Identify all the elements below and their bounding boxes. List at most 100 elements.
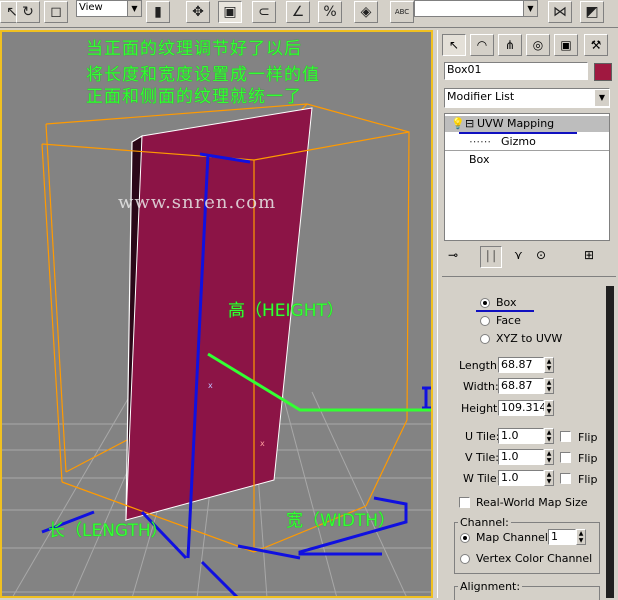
map-channel-field[interactable]: 1: [548, 529, 576, 545]
w-flip-checkbox[interactable]: [560, 473, 571, 484]
box-underline: [476, 310, 534, 312]
wtile-label: W Tile:: [463, 472, 501, 485]
remove-modifier-icon[interactable]: ⊙: [536, 248, 546, 262]
length-spinner[interactable]: ▲ ▼: [544, 357, 554, 373]
width-field[interactable]: 68.87: [498, 378, 544, 394]
modifier-list-label: Modifier List: [447, 90, 515, 103]
height-label: Height:: [461, 402, 502, 415]
view-dropdown-value: View: [79, 2, 103, 13]
configure-modifier-sets-icon[interactable]: ⊞: [584, 248, 594, 262]
stack-item-uvw-mapping[interactable]: 💡 ⊟ UVW Mapping: [445, 116, 609, 132]
v-flip-checkbox[interactable]: [560, 452, 571, 463]
object-color-swatch[interactable]: [594, 63, 612, 81]
pivot-center-icon[interactable]: ▮: [146, 1, 170, 23]
utile-field[interactable]: 1.0: [498, 428, 544, 444]
vtile-label: V Tile:: [465, 451, 499, 464]
utile-spinner[interactable]: ▲ ▼: [544, 428, 554, 444]
vtile-field[interactable]: 1.0: [498, 449, 544, 465]
stack-item-box[interactable]: Box: [445, 152, 609, 168]
divider: [442, 276, 616, 277]
mapping-face-radio[interactable]: [480, 316, 490, 326]
perspective-viewport[interactable]: x x 当正面的纹理调节好了以后 将长度和宽度设置成一样的值 正面和侧面的纹理就…: [0, 30, 433, 598]
snap-3d-icon[interactable]: ⊂: [252, 1, 276, 23]
abc-label: ABC: [394, 8, 410, 16]
spell-check-icon[interactable]: ABC: [390, 1, 414, 23]
tree-branch: ⋯⋯: [469, 135, 491, 148]
w-flip-label: Flip: [578, 473, 598, 486]
width-label: 宽（WIDTH）: [286, 511, 396, 531]
show-end-result-icon[interactable]: ⏐⏐: [480, 246, 502, 268]
manipulate-icon[interactable]: ✥: [186, 1, 210, 23]
width-spinner[interactable]: ▲ ▼: [544, 378, 554, 394]
chevron-down-icon: ▼: [523, 1, 537, 16]
height-field[interactable]: 109.314: [498, 400, 547, 416]
annotation-line-1: 当正面的纹理调节好了以后: [86, 39, 302, 59]
vertex-color-label: Vertex Color Channel: [476, 552, 593, 565]
map-channel-spinner[interactable]: ▲ ▼: [576, 529, 586, 545]
u-flip-checkbox[interactable]: [560, 431, 571, 442]
stack-item-gizmo[interactable]: ⋯⋯ Gizmo: [445, 134, 609, 150]
lightbulb-icon[interactable]: 💡: [451, 117, 465, 130]
real-world-label: Real-World Map Size: [476, 496, 588, 509]
percent-snap-icon[interactable]: %: [318, 1, 342, 23]
length-label: 长（LENGTH）: [48, 521, 168, 541]
svg-text:x: x: [208, 381, 213, 390]
mapping-box-label: Box: [496, 296, 517, 309]
stack-item-label: UVW Mapping: [477, 117, 555, 130]
stack-item-label: Box: [469, 153, 490, 166]
select-region-icon[interactable]: ◻: [44, 1, 68, 23]
width-label: Width:: [463, 380, 499, 393]
map-channel-radio[interactable]: [460, 533, 470, 543]
wtile-field[interactable]: 1.0: [498, 470, 544, 486]
object-name-field[interactable]: Box01: [444, 62, 588, 80]
svg-text:x: x: [260, 439, 265, 448]
height-spinner[interactable]: ▲ ▼: [544, 400, 554, 416]
redo-icon[interactable]: ↻: [16, 1, 40, 23]
reference-coordinate-dropdown[interactable]: View ▼: [76, 0, 142, 17]
annotation-line-3: 正面和侧面的纹理就统一了: [86, 87, 302, 107]
panel-scrollbar[interactable]: [606, 286, 614, 598]
vtile-spinner[interactable]: ▲ ▼: [544, 449, 554, 465]
command-panel: ↖ ◠ ⋔ ◎ ▣ ⚒ Box01 Modifier List ▼ 💡 ⊟ UV…: [437, 30, 618, 600]
display-tab-icon[interactable]: ▣: [554, 34, 578, 56]
chevron-down-icon: ▼: [595, 90, 609, 106]
map-channel-label: Map Channel:: [476, 531, 552, 544]
chevron-down-icon: ▼: [127, 1, 141, 16]
mapping-face-label: Face: [496, 314, 521, 327]
named-selection-set-dropdown[interactable]: ▼: [414, 0, 538, 17]
v-flip-label: Flip: [578, 452, 598, 465]
motion-tab-icon[interactable]: ◎: [526, 34, 550, 56]
mapping-xyz-radio[interactable]: [480, 334, 490, 344]
keyboard-shortcut-toggle-icon[interactable]: ▣: [218, 1, 242, 23]
watermark: www.snren.com: [118, 192, 277, 213]
channel-title: Channel:: [458, 516, 511, 529]
utilities-tab-icon[interactable]: ⚒: [584, 34, 608, 56]
modify-tab-icon[interactable]: ◠: [470, 34, 494, 56]
u-flip-label: Flip: [578, 431, 598, 444]
alignment-title: Alignment:: [458, 580, 523, 593]
modifier-stack: 💡 ⊟ UVW Mapping ⋯⋯ Gizmo Box: [444, 113, 610, 241]
stack-item-label: Gizmo: [501, 135, 536, 148]
spinner-snap-icon[interactable]: ◈: [354, 1, 378, 23]
length-field[interactable]: 68.87: [498, 357, 544, 373]
align-icon[interactable]: ◩: [580, 1, 604, 23]
angle-snap-icon[interactable]: ∠: [286, 1, 310, 23]
height-label: 高（HEIGHT）: [228, 301, 344, 321]
modifier-list-dropdown[interactable]: Modifier List ▼: [444, 88, 610, 108]
annotation-line-2: 将长度和宽度设置成一样的值: [86, 65, 320, 85]
vertex-color-radio[interactable]: [460, 554, 470, 564]
pin-stack-icon[interactable]: ⊸: [448, 248, 468, 268]
stack-divider: [445, 150, 609, 151]
wtile-spinner[interactable]: ▲ ▼: [544, 470, 554, 486]
length-label: Length:: [459, 359, 501, 372]
make-unique-icon[interactable]: ⋎: [514, 248, 523, 262]
collapse-icon[interactable]: ⊟: [465, 117, 474, 130]
real-world-checkbox[interactable]: [459, 497, 470, 508]
main-toolbar: ↖ ↻ ◻ View ▼ ▮ ✥ ▣ ⊂ ∠ % ◈ ABC ▼ ⋈ ◩: [0, 0, 618, 28]
create-tab-icon[interactable]: ↖: [442, 34, 466, 56]
mapping-box-radio[interactable]: [480, 298, 490, 308]
mirror-icon[interactable]: ⋈: [548, 1, 572, 23]
mapping-xyz-label: XYZ to UVW: [496, 332, 563, 345]
utile-label: U Tile:: [465, 430, 500, 443]
hierarchy-tab-icon[interactable]: ⋔: [498, 34, 522, 56]
